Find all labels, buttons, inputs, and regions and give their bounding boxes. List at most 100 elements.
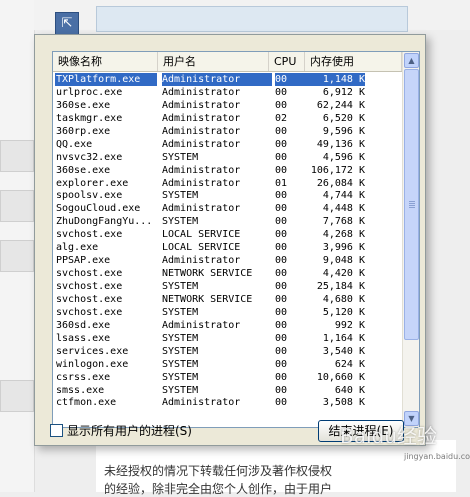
process-user: SYSTEM bbox=[162, 345, 199, 357]
process-cpu: 00 bbox=[275, 332, 288, 344]
process-user: NETWORK SERVICE bbox=[162, 293, 253, 305]
process-name: alg.exe bbox=[56, 242, 99, 254]
process-name: urlproc.exe bbox=[56, 86, 123, 98]
process-row[interactable]: ZhuDongFangYu... SYSTEM 00 7,768 K bbox=[53, 215, 402, 228]
process-memory: 1,148 K bbox=[305, 73, 365, 86]
process-user: Administrator bbox=[162, 125, 241, 137]
process-user: Administrator bbox=[162, 138, 241, 150]
background-left-button[interactable] bbox=[0, 240, 34, 272]
background-left-button[interactable] bbox=[0, 380, 34, 412]
process-user: SYSTEM bbox=[162, 306, 199, 318]
process-row[interactable]: explorer.exe Administrator 01 26,084 K bbox=[53, 177, 402, 190]
process-row[interactable]: lsass.exe SYSTEM 00 1,164 K bbox=[53, 332, 402, 345]
process-user: SYSTEM bbox=[162, 151, 199, 163]
process-user: Administrator bbox=[162, 397, 241, 409]
process-cpu: 00 bbox=[275, 73, 305, 86]
process-row[interactable]: alg.exe LOCAL SERVICE 00 3,996 K bbox=[53, 241, 402, 254]
process-cpu: 01 bbox=[275, 177, 288, 189]
process-memory: 1,164 K bbox=[322, 332, 365, 344]
process-memory: 106,172 K bbox=[310, 164, 365, 176]
process-row[interactable]: 360rp.exe Administrator 00 9,596 K bbox=[53, 125, 402, 138]
process-memory: 6,520 K bbox=[322, 112, 365, 124]
show-all-users-option[interactable]: 显示所有用户的进程(S) bbox=[50, 422, 192, 438]
process-name: explorer.exe bbox=[56, 177, 129, 189]
process-memory: 9,048 K bbox=[322, 255, 365, 267]
baidu-watermark-url: jingyan.baidu.com bbox=[404, 452, 470, 461]
process-memory: 4,680 K bbox=[322, 293, 365, 305]
process-memory: 4,448 K bbox=[322, 203, 365, 215]
process-cpu: 00 bbox=[275, 384, 288, 396]
process-row[interactable]: svchost.exe SYSTEM 00 25,184 K bbox=[53, 280, 402, 293]
process-user: SYSTEM bbox=[162, 358, 199, 370]
scrollbar-grip-line bbox=[409, 207, 415, 208]
process-cpu: 00 bbox=[275, 203, 288, 215]
process-memory: 3,540 K bbox=[322, 345, 365, 357]
process-user: SYSTEM bbox=[162, 190, 199, 202]
process-row[interactable]: urlproc.exe Administrator 00 6,912 K bbox=[53, 86, 402, 99]
background-left-button[interactable] bbox=[0, 190, 34, 222]
process-name: svchost.exe bbox=[56, 268, 123, 280]
column-header-memory[interactable]: 内存使用 bbox=[305, 52, 402, 71]
process-user: Administrator bbox=[162, 99, 241, 111]
process-row[interactable]: 360sd.exe Administrator 00 992 K bbox=[53, 319, 402, 332]
process-row[interactable]: services.exe SYSTEM 00 3,540 K bbox=[53, 345, 402, 358]
column-header-image-name[interactable]: 映像名称 bbox=[53, 52, 158, 71]
process-user: LOCAL SERVICE bbox=[162, 242, 241, 254]
process-row[interactable]: spoolsv.exe SYSTEM 00 4,744 K bbox=[53, 189, 402, 202]
process-row[interactable]: winlogon.exe SYSTEM 00 624 K bbox=[53, 358, 402, 371]
background-thumbnail bbox=[96, 6, 408, 32]
process-cpu: 00 bbox=[275, 138, 288, 150]
process-row[interactable]: csrss.exe SYSTEM 00 10,660 K bbox=[53, 371, 402, 384]
process-rows: TXPlatform.exe Administrator 00 1,148 Kurlp… bbox=[53, 73, 402, 409]
scroll-up-button[interactable]: ▲ bbox=[404, 53, 419, 68]
process-name: 360se.exe bbox=[56, 99, 111, 111]
process-list-header: 映像名称 用户名 CPU 内存使用 bbox=[53, 52, 402, 72]
process-cpu: 00 bbox=[275, 306, 288, 318]
process-memory: 25,184 K bbox=[316, 281, 365, 292]
show-all-users-label: 显示所有用户的进程(S) bbox=[67, 423, 192, 438]
process-row[interactable]: ctfmon.exe Administrator 00 3,508 K bbox=[53, 396, 402, 409]
process-memory: 4,596 K bbox=[322, 151, 365, 163]
window-icon[interactable]: ⇱ bbox=[55, 12, 79, 36]
process-cpu: 00 bbox=[275, 99, 288, 111]
background-left-column bbox=[0, 0, 35, 492]
process-row[interactable]: SogouCloud.exe Administrator 00 4,448 K bbox=[53, 202, 402, 215]
process-row[interactable]: nvsvc32.exe SYSTEM 00 4,596 K bbox=[53, 151, 402, 164]
process-memory: 5,120 K bbox=[322, 306, 365, 318]
process-user: Administrator bbox=[162, 319, 241, 331]
column-header-user-name[interactable]: 用户名 bbox=[158, 52, 269, 71]
process-name: services.exe bbox=[56, 345, 129, 357]
process-row[interactable]: PPSAP.exe Administrator 00 9,048 K bbox=[53, 254, 402, 267]
vertical-scrollbar[interactable]: ▲ ▼ bbox=[402, 52, 419, 427]
process-row[interactable]: smss.exe SYSTEM 00 640 K bbox=[53, 384, 402, 397]
process-row[interactable]: svchost.exe NETWORK SERVICE 00 4,680 K bbox=[53, 293, 402, 306]
background-left-button[interactable] bbox=[0, 140, 34, 172]
process-name: winlogon.exe bbox=[56, 358, 129, 370]
process-user: Administrator bbox=[162, 255, 241, 267]
process-user: SYSTEM bbox=[162, 371, 199, 383]
process-cpu: 00 bbox=[275, 86, 288, 98]
process-row[interactable]: svchost.exe LOCAL SERVICE 00 4,268 K bbox=[53, 228, 402, 241]
process-name: svchost.exe bbox=[56, 306, 123, 318]
process-user: Administrator bbox=[162, 86, 241, 98]
show-all-users-checkbox[interactable] bbox=[50, 423, 63, 437]
process-row[interactable]: QQ.exe Administrator 00 49,136 K bbox=[53, 138, 402, 151]
process-memory: 62,244 K bbox=[316, 99, 365, 111]
process-name: nvsvc32.exe bbox=[56, 151, 123, 163]
process-cpu: 00 bbox=[275, 229, 288, 241]
article-text-line: 未经授权的情况下转载任何涉及著作权侵权 bbox=[104, 464, 333, 478]
process-name: spoolsv.exe bbox=[56, 190, 123, 202]
process-row[interactable]: svchost.exe NETWORK SERVICE 00 4,420 K bbox=[53, 267, 402, 280]
process-row[interactable]: 360se.exe Administrator 00 106,172 K bbox=[53, 164, 402, 177]
process-memory: 4,744 K bbox=[322, 190, 365, 202]
process-row[interactable]: taskmgr.exe Administrator 02 6,520 K bbox=[53, 112, 402, 125]
process-row[interactable]: svchost.exe SYSTEM 00 5,120 K bbox=[53, 306, 402, 319]
scrollbar-thumb[interactable] bbox=[404, 69, 419, 340]
process-list[interactable]: 映像名称 用户名 CPU 内存使用 TXPlatform.exe Administ… bbox=[52, 51, 420, 428]
column-header-cpu[interactable]: CPU bbox=[269, 52, 305, 71]
process-name: lsass.exe bbox=[56, 332, 111, 344]
process-user: SYSTEM bbox=[162, 281, 199, 292]
article-text-line: 的经验，除非完全由您个人创作，由于用户 bbox=[104, 482, 333, 496]
process-row[interactable]: 360se.exe Administrator 00 62,244 K bbox=[53, 99, 402, 112]
process-row[interactable]: TXPlatform.exe Administrator 00 1,148 K bbox=[53, 73, 402, 86]
